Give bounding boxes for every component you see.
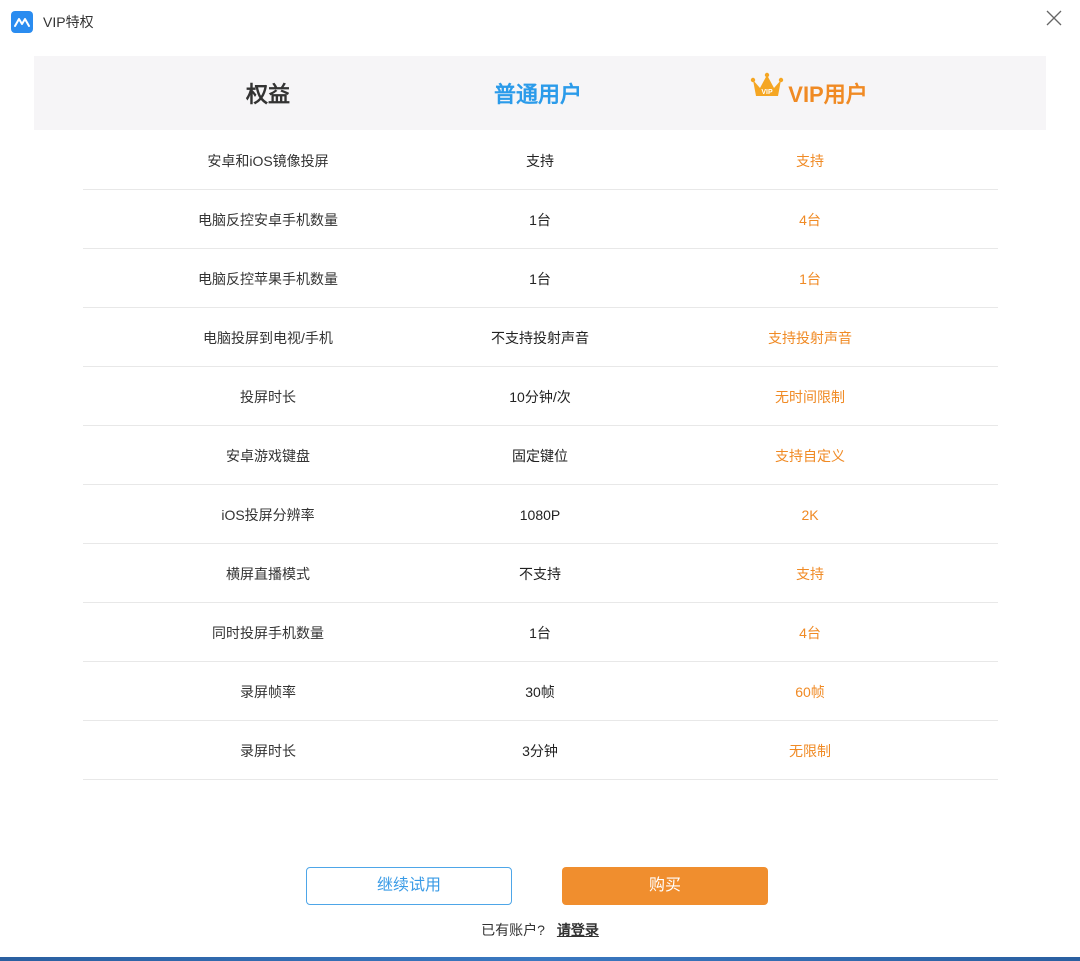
row-feature: 电脑投屏到电视/手机 <box>203 330 333 346</box>
row-feature: 电脑反控安卓手机数量 <box>198 212 338 228</box>
table-row: 电脑投屏到电视/手机 不支持投射声音 支持投射声音 <box>83 308 998 367</box>
row-feature: 安卓和iOS镜像投屏 <box>207 153 329 169</box>
row-normal-value: 支持 <box>526 153 554 169</box>
header-rights: 权益 <box>245 82 290 107</box>
table-row: 录屏帧率 30帧 60帧 <box>83 662 998 721</box>
comparison-table: 安卓和iOS镜像投屏 支持 支持 电脑反控安卓手机数量 1台 4台 电脑反控苹果… <box>83 131 998 780</box>
row-feature: 电脑反控苹果手机数量 <box>198 271 338 287</box>
row-vip-value: 60帧 <box>795 684 825 700</box>
row-feature: 投屏时长 <box>240 389 296 405</box>
row-vip-value: 1台 <box>799 271 821 287</box>
vip-crown-icon: VIP <box>750 54 784 132</box>
svg-text:VIP: VIP <box>762 89 774 96</box>
comparison-header: 权益 普通用户 VIP VIP用户 <box>34 56 1046 130</box>
login-link[interactable]: 请登录 <box>557 922 599 938</box>
row-normal-value: 30帧 <box>525 684 555 700</box>
header-normal-user: 普通用户 <box>493 82 582 107</box>
table-row: 电脑反控安卓手机数量 1台 4台 <box>83 190 998 249</box>
continue-trial-button[interactable]: 继续试用 <box>306 867 512 905</box>
vip-header-label: VIP用户 <box>788 82 868 107</box>
row-vip-value: 4台 <box>799 625 821 641</box>
app-logo-icon <box>11 11 33 33</box>
table-row: 录屏时长 3分钟 无限制 <box>83 721 998 780</box>
row-feature: 横屏直播模式 <box>226 566 310 582</box>
table-row: 电脑反控苹果手机数量 1台 1台 <box>83 249 998 308</box>
table-row: iOS投屏分辨率 1080P 2K <box>83 485 998 544</box>
window-title: VIP特权 <box>43 14 94 30</box>
title-bar: VIP特权 <box>0 0 1080 42</box>
table-row: 安卓和iOS镜像投屏 支持 支持 <box>83 131 998 190</box>
table-row: 横屏直播模式 不支持 支持 <box>83 544 998 603</box>
row-vip-value: 4台 <box>799 212 821 228</box>
row-normal-value: 1台 <box>529 625 551 641</box>
table-row: 同时投屏手机数量 1台 4台 <box>83 603 998 662</box>
row-normal-value: 不支持投射声音 <box>491 330 589 346</box>
table-row: 投屏时长 10分钟/次 无时间限制 <box>83 367 998 426</box>
table-row: 安卓游戏键盘 固定键位 支持自定义 <box>83 426 998 485</box>
buy-button[interactable]: 购买 <box>562 867 768 905</box>
row-feature: 同时投屏手机数量 <box>212 625 324 641</box>
row-vip-value: 支持投射声音 <box>768 330 852 346</box>
row-normal-value: 1台 <box>529 212 551 228</box>
row-normal-value: 1080P <box>519 507 561 523</box>
row-vip-value: 无时间限制 <box>775 389 845 405</box>
row-normal-value: 不支持 <box>519 566 561 582</box>
row-normal-value: 10分钟/次 <box>509 389 571 405</box>
close-icon[interactable] <box>1042 6 1066 30</box>
row-vip-value: 支持 <box>796 153 824 169</box>
row-feature: 录屏时长 <box>240 743 296 759</box>
row-vip-value: 无限制 <box>789 743 831 759</box>
row-vip-value: 支持自定义 <box>775 448 845 464</box>
row-normal-value: 1台 <box>529 271 551 287</box>
row-normal-value: 3分钟 <box>522 743 558 759</box>
window-bottom-border <box>0 957 1080 961</box>
row-feature: iOS投屏分辨率 <box>221 507 315 523</box>
vip-privileges-window: VIP特权 权益 普通用户 VIP VIP用户 安卓和iOS镜像投屏 支持 支持… <box>0 0 1080 961</box>
header-vip-user: VIP VIP用户 <box>709 56 909 130</box>
row-vip-value: 2K <box>801 507 819 523</box>
row-vip-value: 支持 <box>796 566 824 582</box>
login-prompt: 已有账户? 请登录 <box>0 920 1080 940</box>
has-account-text: 已有账户? <box>481 922 545 938</box>
row-normal-value: 固定键位 <box>512 448 568 464</box>
row-feature: 安卓游戏键盘 <box>226 448 310 464</box>
row-feature: 录屏帧率 <box>240 684 296 700</box>
